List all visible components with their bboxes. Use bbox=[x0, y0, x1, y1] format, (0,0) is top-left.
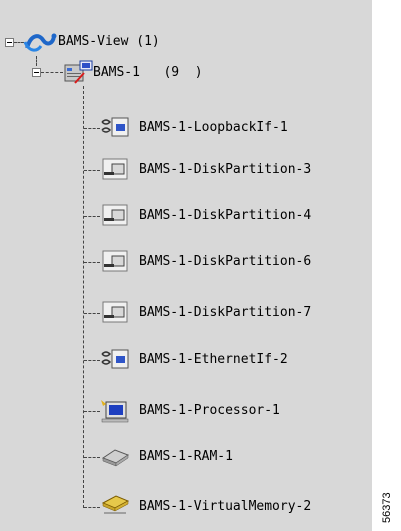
child-node-label[interactable]: BAMS-1-DiskPartition-4 bbox=[139, 208, 311, 224]
disk-partition-icon bbox=[102, 204, 128, 226]
host-node-label[interactable]: BAMS-1 (9 ) bbox=[93, 65, 203, 81]
child-node-label[interactable]: BAMS-1-RAM-1 bbox=[139, 449, 233, 465]
tree-connector bbox=[84, 262, 100, 263]
tree-connector bbox=[84, 170, 100, 171]
tree-connector bbox=[84, 360, 100, 361]
loopback-interface-icon bbox=[101, 117, 129, 137]
ethernet-interface-icon bbox=[101, 349, 129, 369]
child-node-label[interactable]: BAMS-1-EthernetIf-2 bbox=[139, 352, 288, 368]
processor-icon bbox=[101, 400, 129, 423]
tree-connector bbox=[84, 128, 100, 129]
tree-connector bbox=[36, 56, 37, 66]
virtual-memory-icon bbox=[101, 495, 130, 514]
child-node-label[interactable]: BAMS-1-LoopbackIf-1 bbox=[139, 120, 288, 136]
disk-partition-icon bbox=[102, 250, 128, 272]
child-node-label[interactable]: BAMS-1-DiskPartition-3 bbox=[139, 162, 311, 178]
disk-partition-icon bbox=[102, 301, 128, 323]
bams-view-icon bbox=[23, 33, 57, 52]
root-node-label[interactable]: BAMS-View (1) bbox=[58, 34, 160, 50]
tree-connector bbox=[41, 72, 63, 73]
host-server-icon bbox=[64, 60, 93, 84]
child-node-label[interactable]: BAMS-1-DiskPartition-7 bbox=[139, 305, 311, 321]
tree-connector bbox=[84, 411, 100, 412]
disk-partition-icon bbox=[102, 158, 128, 180]
tree-connector bbox=[84, 457, 100, 458]
tree-view-pane: BAMS-View (1) BAMS-1 (9 ) BAMS-1-Loopbac… bbox=[0, 0, 372, 531]
child-node-label[interactable]: BAMS-1-Processor-1 bbox=[139, 403, 280, 419]
tree-connector bbox=[84, 216, 100, 217]
child-node-label[interactable]: BAMS-1-DiskPartition-6 bbox=[139, 254, 311, 270]
host-collapse-toggle[interactable] bbox=[32, 68, 41, 77]
tree-connector bbox=[83, 86, 84, 508]
ram-chip-icon bbox=[101, 449, 130, 467]
tree-connector bbox=[84, 507, 100, 508]
tree-connector bbox=[84, 313, 100, 314]
root-collapse-toggle[interactable] bbox=[5, 38, 14, 47]
figure-number: 56373 bbox=[381, 492, 393, 524]
child-node-label[interactable]: BAMS-1-VirtualMemory-2 bbox=[139, 499, 311, 515]
